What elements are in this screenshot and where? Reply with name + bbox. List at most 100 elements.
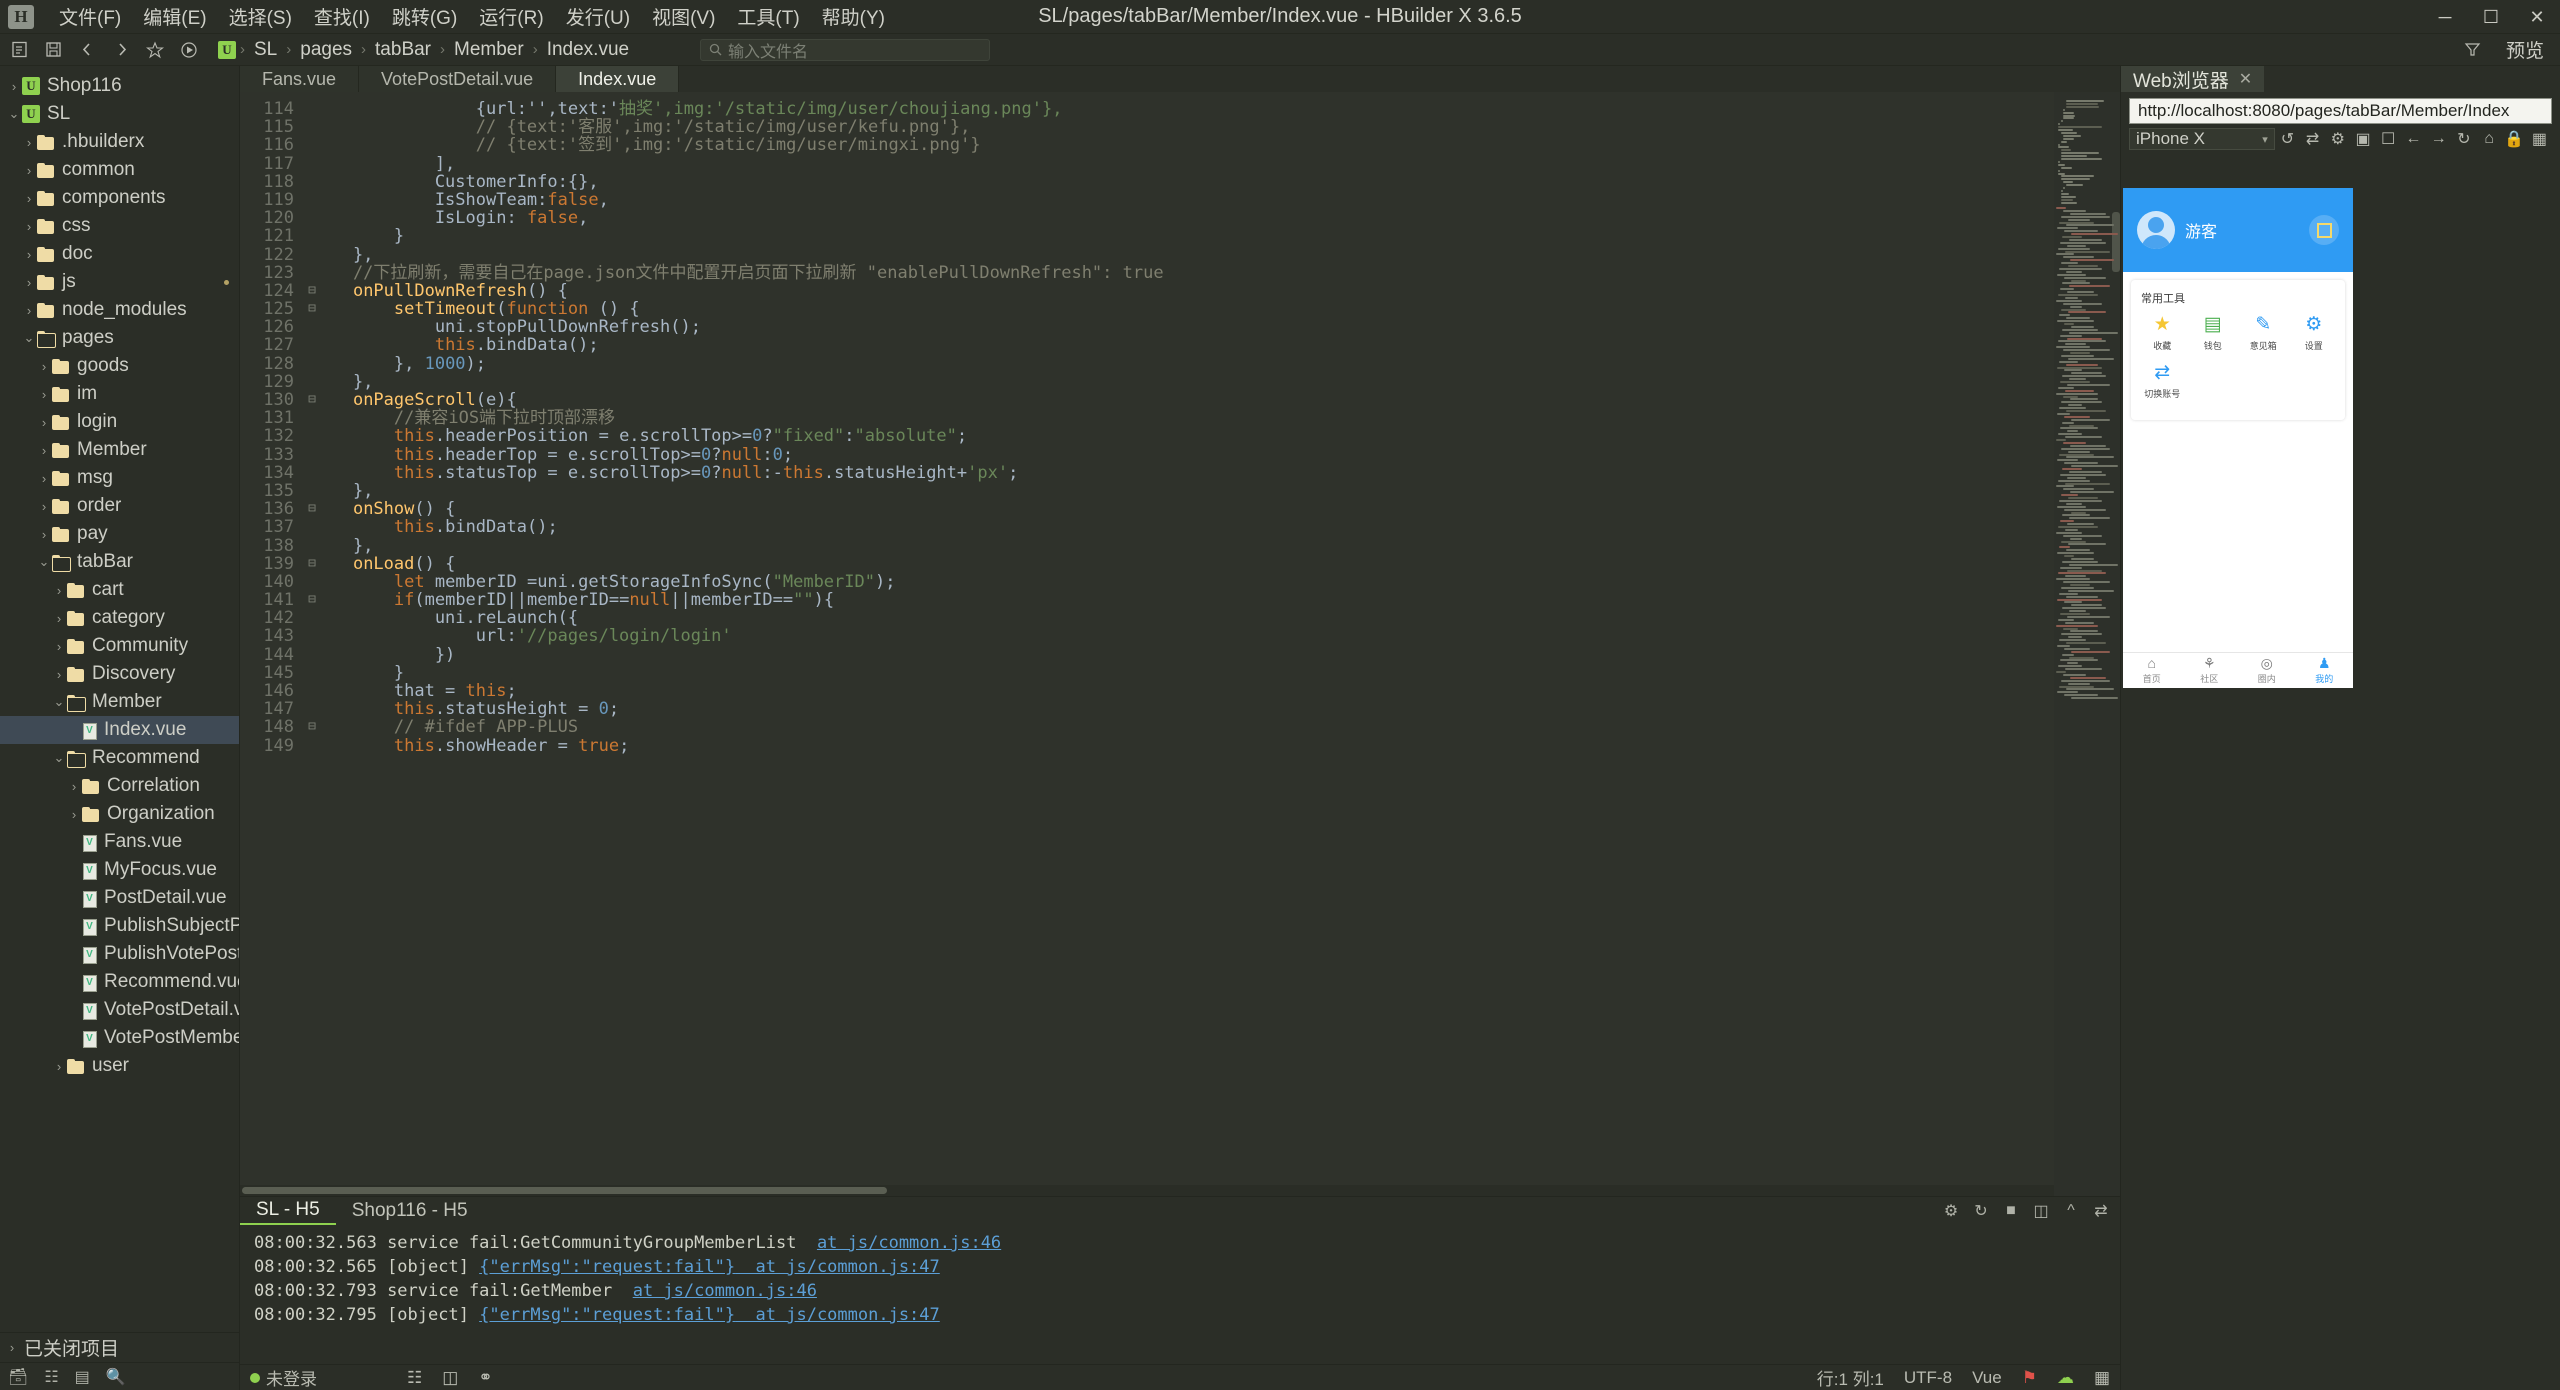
chevron-right-icon[interactable]: ›	[36, 359, 52, 374]
menu-item-3[interactable]: 查找(I)	[303, 0, 381, 34]
menu-item-9[interactable]: 帮助(Y)	[811, 0, 896, 34]
chevron-right-icon[interactable]: ›	[51, 639, 67, 654]
tree-item-user[interactable]: › user	[0, 1052, 239, 1080]
preview-toggle-button[interactable]: 预览	[2498, 34, 2552, 65]
gear-icon[interactable]: ⚙	[2325, 127, 2350, 151]
chevron-right-icon[interactable]: ›	[21, 275, 37, 290]
tree-item-goods[interactable]: › goods	[0, 352, 239, 380]
chevron-right-icon[interactable]: ›	[36, 415, 52, 430]
chevron-right-icon[interactable]: ›	[36, 471, 52, 486]
wrap-icon[interactable]: ◫	[2032, 1201, 2050, 1221]
chevron-right-icon[interactable]: ›	[21, 191, 37, 206]
menu-item-7[interactable]: 视图(V)	[641, 0, 726, 34]
chevron-right-icon[interactable]: ›	[66, 807, 82, 822]
star-icon[interactable]	[140, 37, 170, 63]
tree-item-common[interactable]: › common	[0, 156, 239, 184]
chevron-right-icon[interactable]: ›	[21, 247, 37, 262]
tree-item-order[interactable]: › order	[0, 492, 239, 520]
chevron-right-icon[interactable]: ›	[66, 779, 82, 794]
tree-item-votepostmemberlist-vue[interactable]: ›VotePostMemberList.vue	[0, 1024, 239, 1052]
app-tab-我的[interactable]: ♟ 我的	[2296, 653, 2354, 688]
sync-icon[interactable]: ⇄	[2300, 127, 2325, 151]
tree-item-cart[interactable]: › cart	[0, 576, 239, 604]
refresh-icon[interactable]: ↻	[1972, 1201, 1990, 1221]
tree-item-sl[interactable]: ⌄ U SL	[0, 100, 239, 128]
editor-tab-votepostdetail-vue[interactable]: VotePostDetail.vue	[359, 66, 557, 92]
frame-icon[interactable]: ▣	[2350, 127, 2375, 151]
chevron-right-icon[interactable]: ›	[51, 611, 67, 626]
tool-切换账号[interactable]: ⇄ 切换账号	[2137, 362, 2188, 400]
encoding-label[interactable]: UTF-8	[1894, 1368, 1962, 1388]
horizontal-scrollbar[interactable]	[240, 1185, 2054, 1196]
tree-item-organization[interactable]: › Organization	[0, 800, 239, 828]
home-icon[interactable]: ⌂	[2476, 127, 2501, 151]
close-icon[interactable]: ✕	[2239, 69, 2252, 89]
app-tab-圈内[interactable]: ◎ 圈内	[2238, 653, 2296, 688]
tool-意见箱[interactable]: ✎ 意见箱	[2238, 314, 2289, 352]
tree-item-node_modules[interactable]: › node_modules	[0, 296, 239, 324]
tree-item-recommend[interactable]: ⌄ Recommend	[0, 744, 239, 772]
tree-item-recommend-vue[interactable]: ›Recommend.vue	[0, 968, 239, 996]
chevron-right-icon[interactable]: ›	[36, 387, 52, 402]
log-source-link[interactable]: at js/common.js:46	[817, 1233, 1001, 1253]
tree-item-myfocus-vue[interactable]: ›MyFocus.vue	[0, 856, 239, 884]
tree-item-member[interactable]: › Member	[0, 436, 239, 464]
menu-item-8[interactable]: 工具(T)	[726, 0, 810, 34]
tree-item-css[interactable]: › css	[0, 212, 239, 240]
preview-url-input[interactable]: http://localhost:8080/pages/tabBar/Membe…	[2129, 98, 2552, 124]
minimap[interactable]	[2054, 92, 2120, 1196]
chevron-down-icon[interactable]: ⌄	[36, 554, 52, 570]
tree-item-components[interactable]: › components	[0, 184, 239, 212]
tree-item-postdetail-vue[interactable]: ›PostDetail.vue	[0, 884, 239, 912]
stop-icon[interactable]: ■	[2002, 1202, 2020, 1220]
chevron-right-icon[interactable]: ›	[21, 303, 37, 318]
console-tabs[interactable]: SL - H5 Shop116 - H5 ⚙ ↻ ■ ◫ ^ ⇄	[240, 1197, 2120, 1225]
tree-item-msg[interactable]: › msg	[0, 464, 239, 492]
chevron-right-icon[interactable]: ›	[6, 79, 22, 94]
code-editor[interactable]: 114 115 116 117 118 119 120 121 122 123 124 ⊟ 125 ⊟ 12…	[240, 92, 2054, 1196]
menu-item-5[interactable]: 运行(R)	[468, 0, 554, 34]
log-json[interactable]: {"errMsg":"request:fail"}	[479, 1257, 735, 1277]
tree-item-doc[interactable]: › doc	[0, 240, 239, 268]
tree-item-publishvotepost-vue[interactable]: ›PublishVotePost.vue	[0, 940, 239, 968]
device-viewport[interactable]: 游客 常用工具 ★ 收藏 ▤ 钱包 ✎ 意见箱 ⚙ 设置 ⇄ 切换账号 ⌂ 首页 ⚘ 社区 ◎ 圈内 ♟ 我的	[2123, 188, 2353, 688]
window-icon[interactable]: ☐	[2376, 127, 2401, 151]
filename-search-input[interactable]: 输入文件名	[700, 38, 990, 61]
back-icon[interactable]: ←	[2401, 127, 2426, 151]
menu-item-4[interactable]: 跳转(G)	[381, 0, 468, 34]
new-file-icon[interactable]	[4, 37, 34, 63]
language-label[interactable]: Vue	[1962, 1368, 2012, 1388]
trash-icon[interactable]: ⚙	[1942, 1201, 1960, 1221]
editor-tabs[interactable]: Fans.vue VotePostDetail.vue Index.vue	[240, 66, 2120, 92]
chevron-right-icon[interactable]: ›	[36, 499, 52, 514]
log-json[interactable]: {"errMsg":"request:fail"}	[479, 1305, 735, 1325]
chevron-right-icon[interactable]: ›	[51, 667, 67, 682]
tree-item-login[interactable]: › login	[0, 408, 239, 436]
chevron-down-icon[interactable]: ⌄	[21, 330, 37, 346]
fold-marker-icon[interactable]: ⊟	[308, 282, 316, 300]
log-source-link[interactable]: at js/common.js:46	[633, 1281, 817, 1301]
chevron-right-icon[interactable]: ›	[36, 527, 52, 542]
tool-钱包[interactable]: ▤ 钱包	[2188, 314, 2239, 352]
chevron-down-icon[interactable]: ⌄	[6, 106, 22, 122]
chevron-right-icon[interactable]: ›	[21, 219, 37, 234]
tree-item-im[interactable]: › im	[0, 380, 239, 408]
tree-item-fans-vue[interactable]: ›Fans.vue	[0, 828, 239, 856]
breadcrumb-item[interactable]: Member	[449, 38, 529, 62]
code-content[interactable]: {url:'',text:'抽奖',img:'/static/img/user/…	[302, 92, 2054, 1196]
minimap-scroll-thumb[interactable]	[2112, 212, 2120, 272]
grid-icon[interactable]: ▦	[2084, 1368, 2120, 1388]
preview-tab[interactable]: Web浏览器 ✕	[2121, 66, 2265, 92]
login-status[interactable]: 未登录	[240, 1365, 327, 1390]
log-source-link[interactable]: at js/common.js:47	[735, 1305, 940, 1325]
search-icon[interactable]: 🔍	[106, 1367, 126, 1387]
tree-item-votepostdetail-vue[interactable]: ›VotePostDetail.vue	[0, 996, 239, 1024]
tree-item-member[interactable]: ⌄ Member	[0, 688, 239, 716]
closed-projects-row[interactable]: › 已关闭项目	[0, 1332, 239, 1362]
menu-item-6[interactable]: 发行(U)	[555, 0, 641, 34]
breadcrumb-item[interactable]: pages	[295, 38, 357, 62]
sort-icon[interactable]: ⇄	[2092, 1201, 2110, 1221]
chevron-right-icon[interactable]: ›	[36, 443, 52, 458]
menu-item-2[interactable]: 选择(S)	[218, 0, 303, 34]
lock-icon[interactable]: 🔒	[2502, 127, 2527, 151]
